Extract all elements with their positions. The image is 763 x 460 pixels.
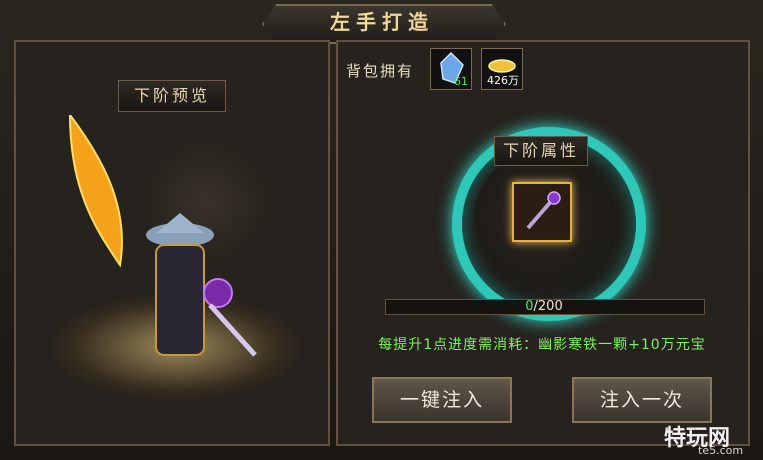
- purple-staff: [208, 303, 257, 357]
- purple-orb: [203, 278, 233, 308]
- progress-max: /200: [533, 299, 563, 314]
- crystal-count: 61: [454, 75, 468, 88]
- progress-text: 0/200: [385, 299, 703, 315]
- gold-count: 426万: [487, 74, 519, 87]
- purple-staff-icon: [526, 191, 561, 230]
- character-model: [68, 115, 257, 357]
- golden-blade: [68, 115, 123, 268]
- hat-top: [156, 213, 204, 233]
- window-title: 左手打造: [330, 10, 434, 34]
- attribute-label: 下阶属性: [494, 136, 588, 166]
- cost-text: 每提升1点进度需消耗：幽影寒铁一颗+10万元宝: [378, 337, 706, 353]
- progress-current: 0: [525, 299, 534, 314]
- inject-all-button[interactable]: 一键注入: [372, 377, 512, 423]
- next-tier-item-slot[interactable]: [512, 182, 572, 242]
- crystal-slot[interactable]: 61: [430, 48, 472, 90]
- preview-label: 下阶预览: [118, 80, 226, 112]
- watermark-url: te5.com: [698, 444, 744, 457]
- inject-once-button[interactable]: 注入一次: [572, 377, 712, 423]
- gold-slot[interactable]: 426万: [481, 48, 523, 90]
- bag-label: 背包拥有: [346, 62, 415, 80]
- armor-body: [155, 244, 205, 356]
